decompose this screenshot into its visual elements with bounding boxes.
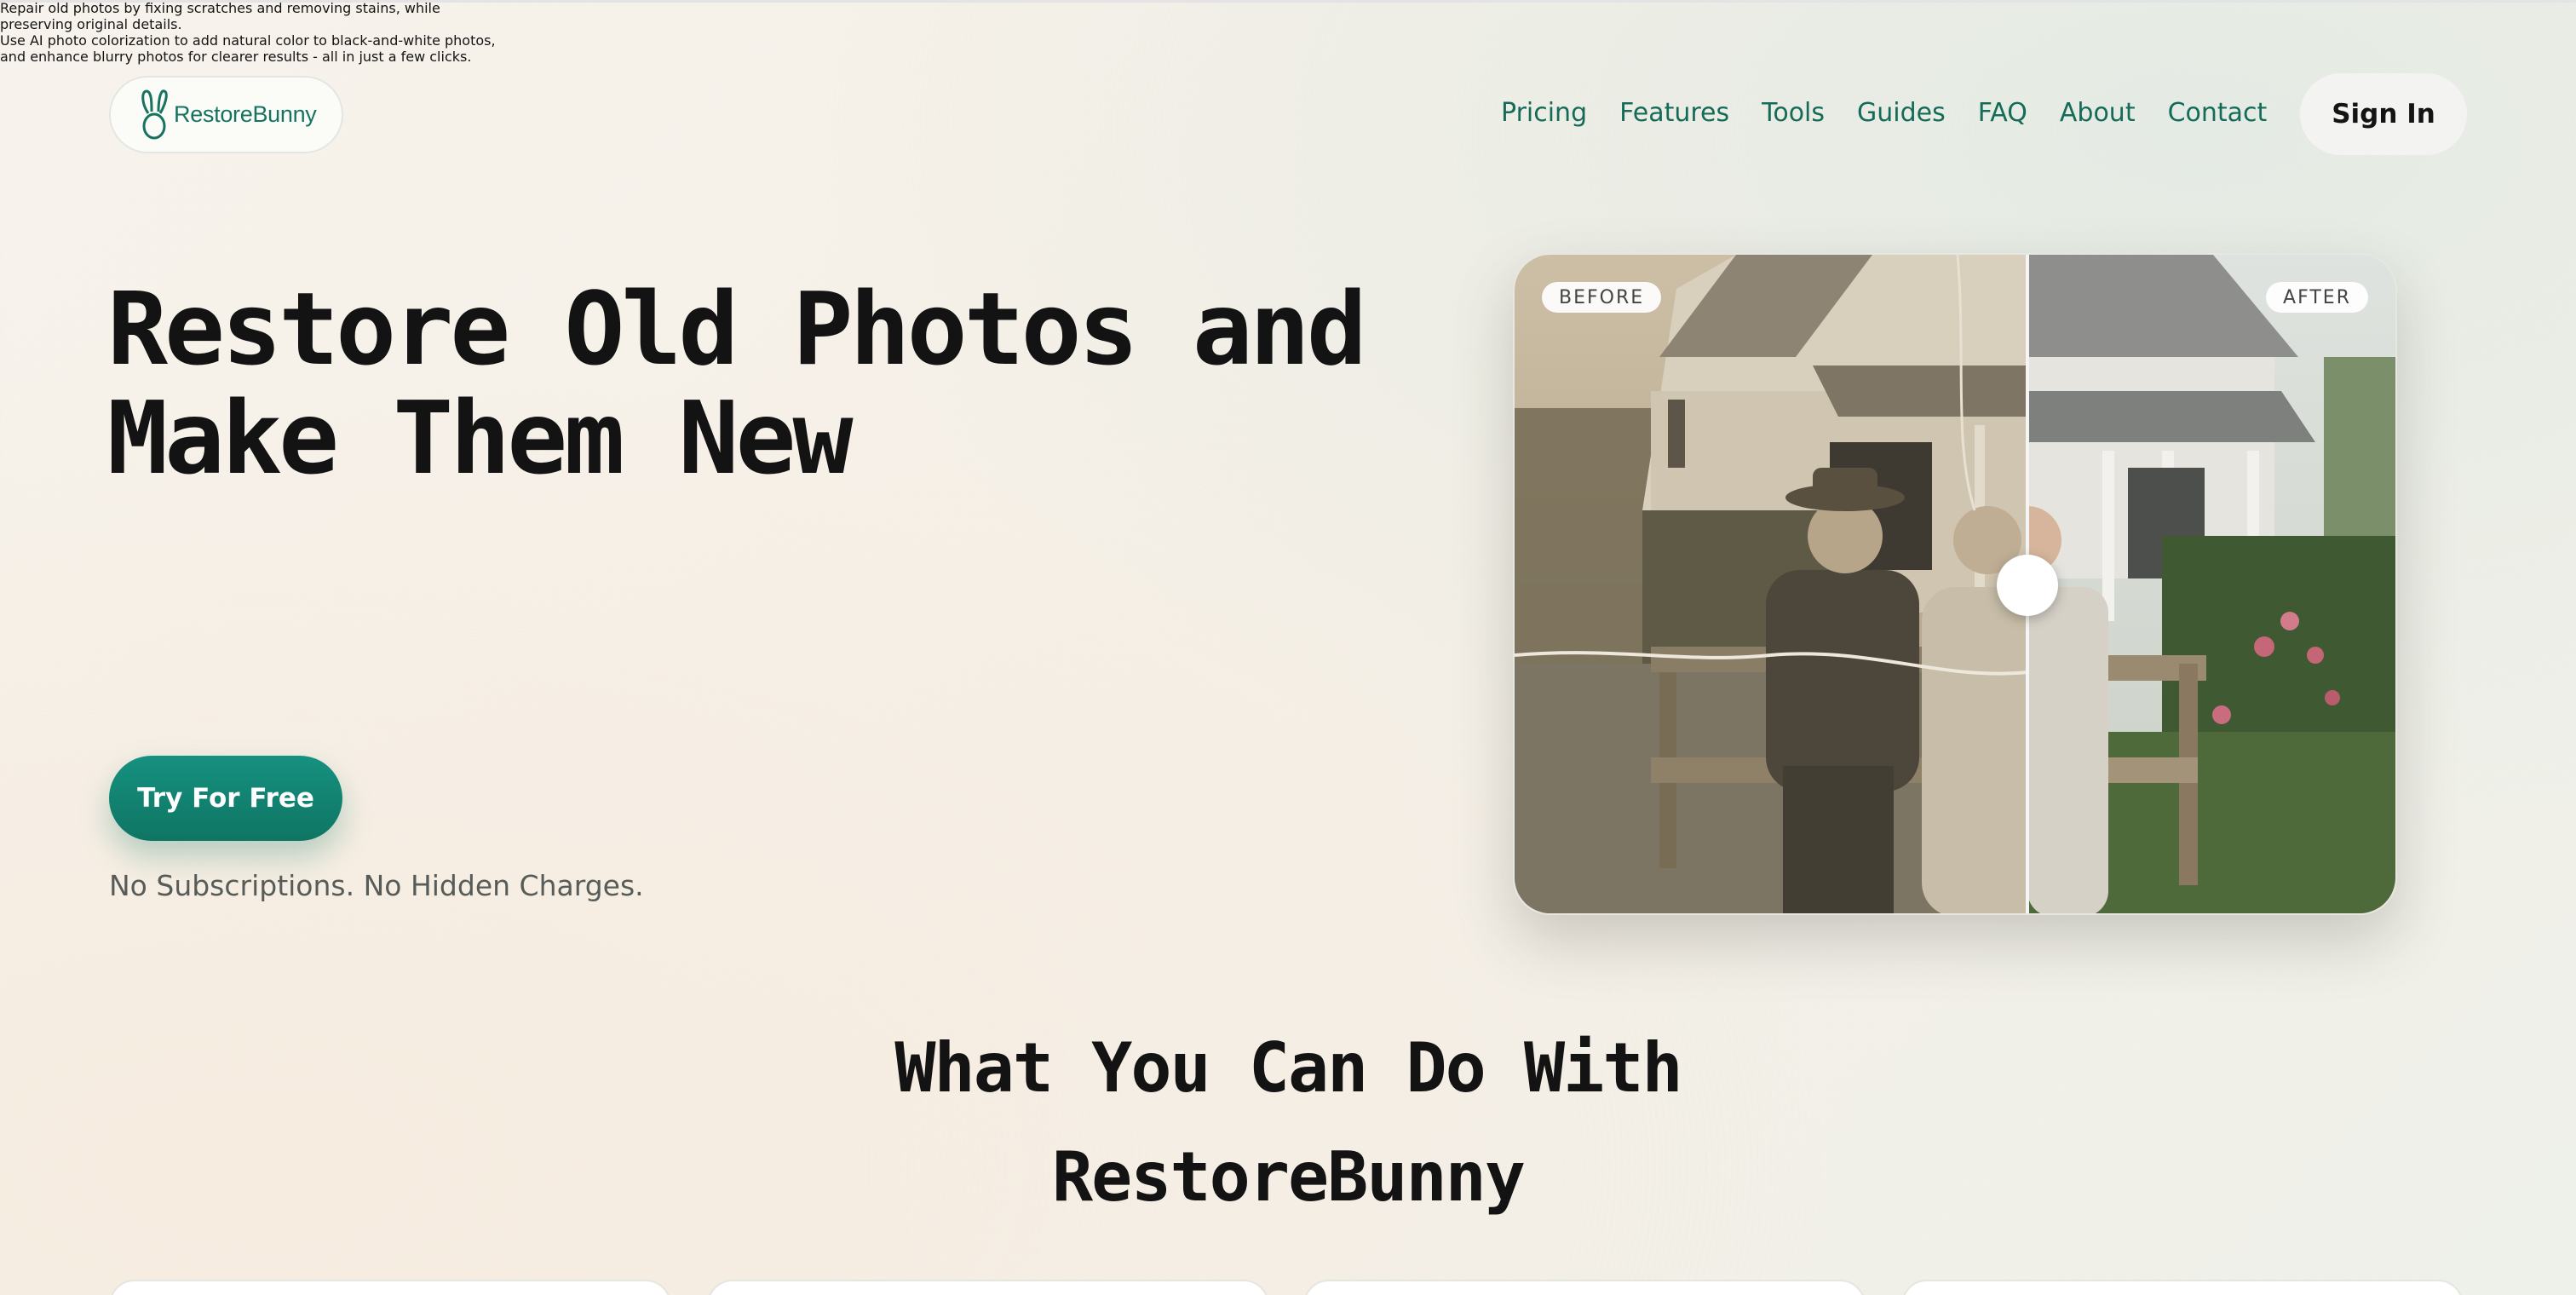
nav-contact[interactable]: Contact [2168, 92, 2268, 135]
nav-features[interactable]: Features [1619, 92, 1729, 135]
hero-title-line-2: Make Them New [107, 379, 854, 497]
logo-text: RestoreBunny [174, 101, 317, 127]
hero-description-2-line-2: and enhance blurry photos for clearer re… [0, 49, 472, 65]
features-title-line-1: What You Can Do With [894, 1028, 1682, 1108]
try-for-free-button[interactable]: Try For Free [109, 756, 342, 841]
hero-title: Restore Old Photos and Make Them New [107, 274, 1385, 492]
before-label: BEFORE [1542, 282, 1662, 313]
nav-faq[interactable]: FAQ [1978, 92, 2027, 135]
sample-photo [1515, 255, 2395, 913]
features-title-line-2: RestoreBunny [1052, 1137, 1526, 1217]
nav-about[interactable]: About [2060, 92, 2136, 135]
nav-tools[interactable]: Tools [1762, 92, 1825, 135]
sign-in-button[interactable]: Sign In [2300, 73, 2467, 155]
hero-description-2-line-1: Use AI photo colorization to add natural… [0, 32, 496, 49]
nav-pricing[interactable]: Pricing [1501, 92, 1587, 135]
feature-card[interactable] [1303, 1280, 1866, 1295]
nav-guides[interactable]: Guides [1857, 92, 1946, 135]
after-label: AFTER [2266, 282, 2368, 313]
logo[interactable]: RestoreBunny [109, 76, 343, 153]
before-after-viewer[interactable]: BEFORE AFTER [1513, 253, 2397, 915]
feature-card[interactable] [707, 1280, 1269, 1295]
hero-description-1-line-2: preserving original details. [0, 16, 182, 32]
main-nav: Pricing Features Tools Guides FAQ About … [1501, 92, 2299, 135]
compare-slider-handle[interactable] [1997, 555, 2058, 616]
bunny-icon [141, 89, 168, 139]
hero-title-line-1: Restore Old Photos and [107, 270, 1367, 388]
top-border [0, 0, 2576, 3]
features-section-title: What You Can Do With RestoreBunny [0, 1014, 2576, 1232]
feature-card[interactable] [109, 1280, 671, 1295]
feature-card[interactable] [1901, 1280, 2464, 1295]
pricing-note: No Subscriptions. No Hidden Charges. [109, 869, 644, 902]
